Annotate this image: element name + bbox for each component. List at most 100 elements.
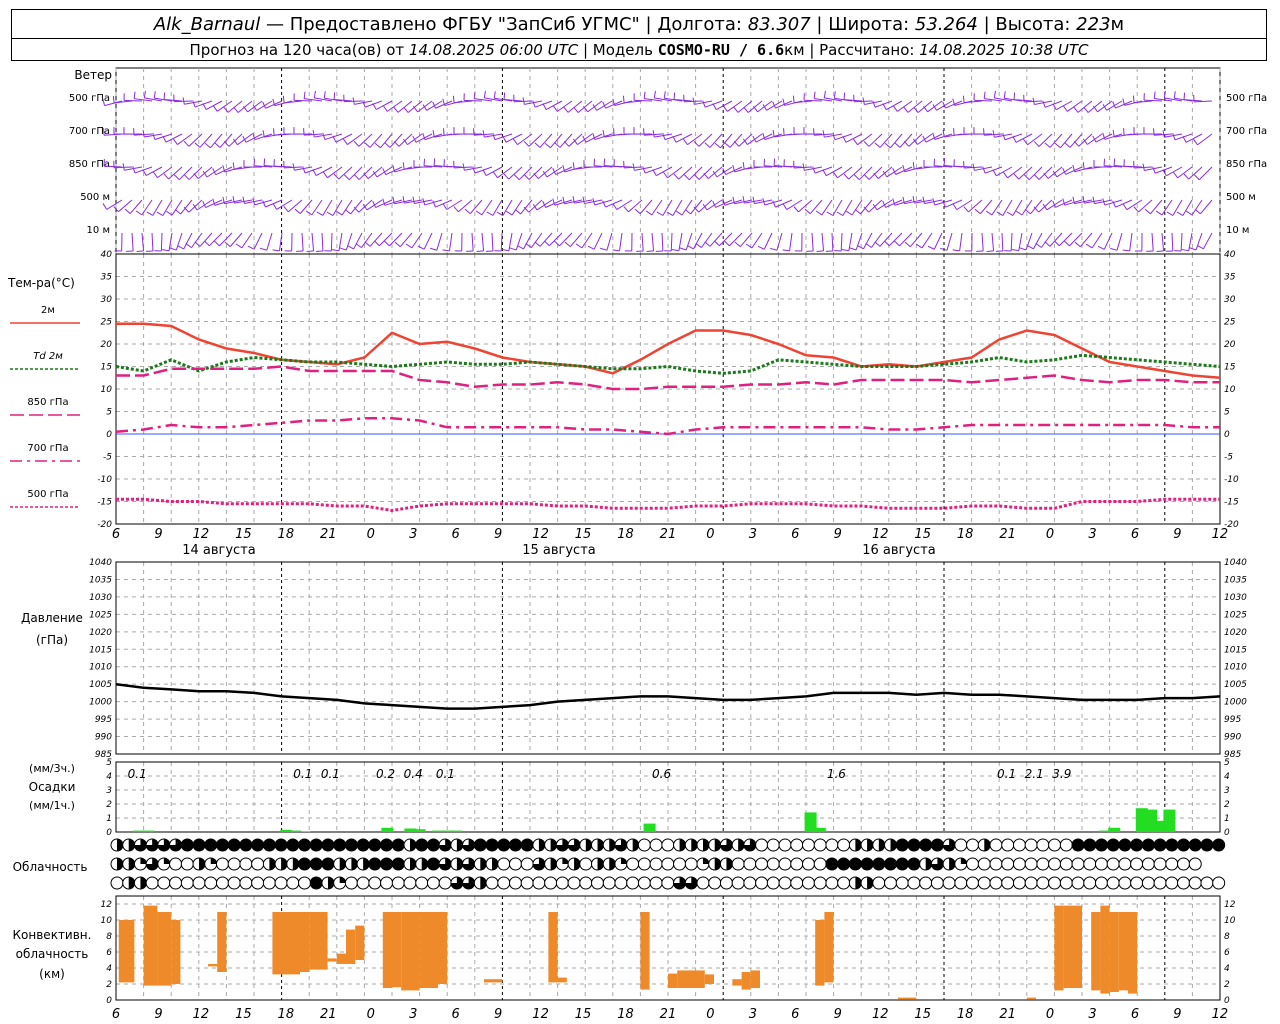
cloud-symbol (192, 838, 206, 852)
wind-barb-flag (183, 140, 190, 147)
cloud-symbol (1071, 857, 1085, 871)
cloud-symbol (837, 857, 851, 871)
cloud-symbol (344, 838, 358, 852)
wind-barb-flag (146, 211, 154, 216)
wind-barb (458, 199, 473, 213)
wind-barb (411, 232, 423, 249)
wind-barb-flag (742, 162, 745, 170)
wind-barb-flag (1085, 243, 1093, 249)
wind-barb-flag (544, 142, 551, 149)
convective-ytick-left: 8 (106, 932, 112, 942)
wind-barb (266, 232, 273, 251)
wind-barb-flag (662, 132, 666, 140)
convective-bar (419, 912, 438, 988)
wind-barb (293, 99, 313, 102)
temp-ytick-right: 10 (1224, 385, 1236, 395)
wind-barb (868, 133, 883, 147)
convective-bar (1118, 912, 1128, 991)
cloud-symbol (637, 857, 651, 871)
precip-bar (298, 831, 311, 832)
cloud-symbol (426, 857, 440, 871)
convective-panel-unit: (км) (39, 967, 65, 981)
wind-barb-flag (333, 173, 340, 180)
wind-barb (492, 199, 503, 216)
convective-bar (392, 912, 402, 988)
wind-barb-flag (1152, 166, 1156, 174)
cloud-symbol-fill (421, 858, 428, 870)
wind-barb (500, 232, 503, 252)
cloud-symbol (825, 838, 839, 852)
wind-barb-flag (1074, 241, 1081, 248)
cloud-symbol (309, 838, 323, 852)
wind-barb-flag (843, 92, 846, 100)
cloud-symbol (508, 857, 522, 871)
cloud-symbol (1200, 876, 1214, 890)
cloud-symbol (1177, 876, 1191, 890)
convective-bar (732, 979, 742, 986)
convective-bar (272, 912, 300, 975)
temp-ytick-left: 20 (101, 340, 113, 350)
wind-barb-flag (782, 203, 788, 210)
wind-barb-flag (692, 97, 695, 105)
precip-3h-label: 0.4 (404, 767, 423, 781)
cloud-symbol (872, 857, 886, 871)
cloud-symbol-fill (855, 839, 862, 851)
wind-barb (311, 232, 315, 251)
wind-barb-flag (793, 206, 799, 213)
wind-barb-flag (132, 166, 136, 174)
wind-barb (188, 133, 203, 147)
cloud-symbol (1024, 857, 1038, 871)
cloud-symbol (1048, 876, 1062, 890)
wind-barb-flag (353, 140, 360, 147)
convective-ytick-right: 0 (1224, 996, 1230, 1006)
convective-bar (557, 977, 567, 983)
wind-barb-flag (294, 208, 301, 215)
cloud-symbol (286, 838, 300, 852)
wind-barb-flag (563, 106, 569, 113)
convective-bar (815, 920, 825, 986)
cloud-symbol (1001, 838, 1015, 852)
convective-xtick: 9 (1173, 1007, 1181, 1022)
wind-barb (842, 199, 853, 216)
convective-bar (1100, 905, 1110, 994)
wind-barb (651, 232, 655, 251)
wind-barb-flag (734, 241, 741, 248)
wind-barb-flag (1006, 211, 1014, 216)
temp-xtick: 15 (575, 527, 592, 542)
day-label: 15 августа (522, 543, 596, 558)
wind-barb (160, 232, 163, 252)
convective-bar (438, 912, 448, 984)
wind-barb-flag (985, 210, 993, 216)
wind-barb (1182, 199, 1193, 216)
temp-xtick: 12 (532, 527, 549, 542)
cloud-symbol (907, 876, 921, 890)
wind-barb-flag (943, 158, 946, 166)
wind-barb-flag (353, 174, 360, 180)
wind-barb (389, 232, 403, 247)
wind-barb (1161, 199, 1173, 216)
cloud-symbol-fill (703, 858, 709, 864)
wind-barb (341, 199, 353, 216)
wind-barb-flag (413, 106, 419, 113)
wind-barb-flag (412, 196, 415, 204)
wind-barb-flag (212, 105, 218, 112)
wind-barb-flag (1197, 245, 1204, 250)
pressure-ytick-left: 1000 (89, 698, 112, 708)
wind-barb (502, 199, 513, 216)
wind-barb-flag (922, 196, 925, 204)
wind-barb (471, 232, 474, 251)
wind-barb-flag (1033, 141, 1040, 147)
cloud-symbol-fill (456, 858, 463, 870)
wind-barb-flag (384, 240, 390, 247)
convective-bar (300, 912, 310, 972)
cloud-symbol (274, 876, 288, 890)
temp-xtick: 9 (154, 527, 162, 542)
cloud-symbol (1130, 876, 1144, 890)
convective-ytick-left: 12 (101, 900, 113, 910)
temp-xtick: 6 (112, 527, 120, 542)
temp-xtick: 6 (452, 527, 460, 542)
convective-xtick: 12 (193, 1007, 210, 1022)
cloud-symbol-fill (984, 839, 991, 851)
convective-xtick: 0 (1046, 1007, 1054, 1022)
wind-barb (763, 232, 773, 250)
